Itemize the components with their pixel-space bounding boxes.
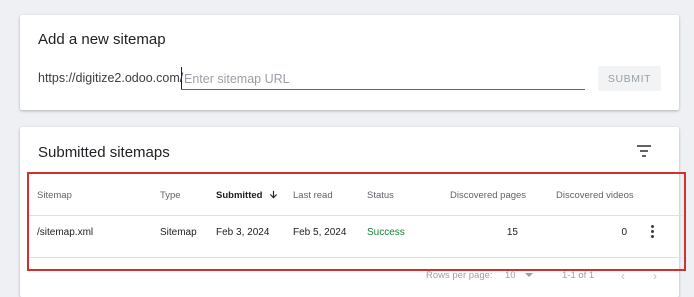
- submit-button[interactable]: SUBMIT: [598, 66, 661, 91]
- col-header-status[interactable]: Status: [367, 190, 394, 201]
- sitemap-url-input[interactable]: [181, 67, 588, 89]
- col-header-submitted-label: Submitted: [216, 190, 263, 201]
- row-divider: [29, 257, 683, 258]
- cell-sitemap[interactable]: /sitemap.xml: [37, 227, 93, 238]
- arrow-down-icon: [270, 190, 278, 199]
- col-header-discovered-pages[interactable]: Discovered pages: [450, 190, 526, 201]
- cell-discovered-pages: 15: [506, 227, 518, 238]
- dropdown-caret-icon[interactable]: [525, 273, 533, 277]
- col-header-last-read[interactable]: Last read: [293, 190, 333, 201]
- next-page-icon[interactable]: ›: [653, 269, 657, 283]
- pagination-range: 1-1 of 1: [562, 270, 595, 281]
- cell-discovered-videos: 0: [621, 227, 627, 238]
- rows-per-page-label: Rows per page:: [426, 270, 493, 281]
- cell-last-read: Feb 5, 2024: [293, 227, 347, 238]
- filter-list-icon[interactable]: [637, 145, 651, 157]
- cell-submitted: Feb 3, 2024: [216, 227, 270, 238]
- sitemap-url-field[interactable]: [181, 67, 588, 90]
- cell-status: Success: [367, 227, 405, 238]
- cell-type: Sitemap: [160, 227, 197, 238]
- prev-page-icon[interactable]: ‹: [621, 269, 625, 283]
- header-divider: [29, 215, 683, 216]
- add-sitemap-title: Add a new sitemap: [38, 31, 166, 48]
- more-vert-icon[interactable]: [651, 225, 655, 239]
- rows-per-page-select[interactable]: 10: [505, 270, 516, 281]
- url-prefix: https://digitize2.odoo.com/: [38, 71, 184, 85]
- col-header-discovered-videos[interactable]: Discovered videos: [556, 190, 634, 201]
- submitted-sitemaps-title: Submitted sitemaps: [38, 144, 170, 161]
- add-sitemap-card: Add a new sitemap https://digitize2.odoo…: [20, 15, 679, 110]
- col-header-sitemap[interactable]: Sitemap: [37, 190, 72, 201]
- col-header-submitted[interactable]: Submitted: [216, 190, 278, 201]
- col-header-type[interactable]: Type: [160, 190, 181, 201]
